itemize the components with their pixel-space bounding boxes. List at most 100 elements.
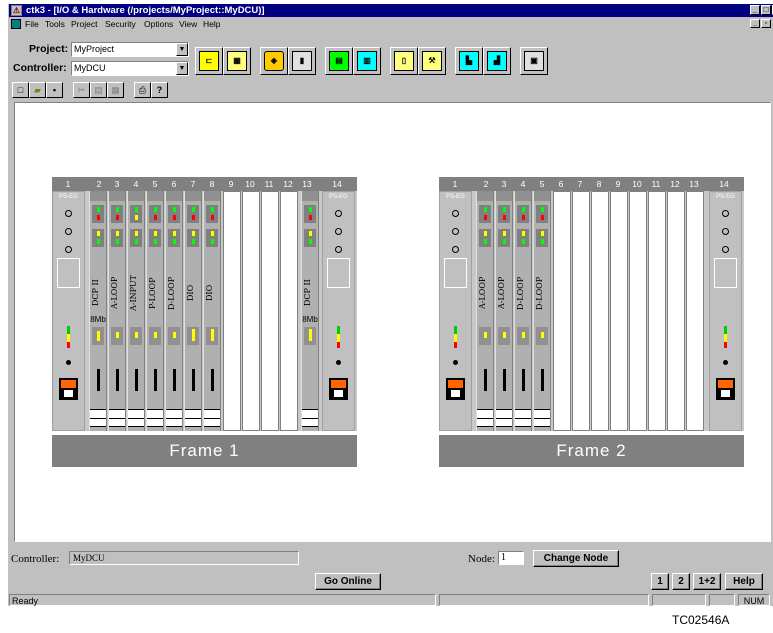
empty-slot[interactable]	[572, 191, 590, 431]
status-led-green	[337, 326, 340, 334]
ps-window	[444, 258, 467, 288]
module-a-button[interactable]: ▙	[455, 47, 483, 75]
io-list-button[interactable]: ▤	[325, 47, 353, 75]
app-icon[interactable]: ⚠	[11, 5, 22, 16]
slot-number: 2	[96, 179, 102, 189]
chevron-down-icon[interactable]: ▼	[176, 43, 188, 56]
module-b-button[interactable]: ▟	[483, 47, 511, 75]
copy-button[interactable]: ▤	[90, 82, 107, 98]
menu-tools[interactable]: Tools	[45, 18, 65, 30]
menu-file[interactable]: File	[25, 18, 39, 30]
power-socket-icon	[716, 378, 735, 400]
print-button[interactable]: ⎙	[134, 82, 151, 98]
chevron-down-icon[interactable]: ▼	[176, 62, 188, 75]
view-1-button[interactable]: 1	[651, 573, 669, 590]
card-d-loop[interactable]: D-LOOP	[514, 191, 532, 431]
tools-button[interactable]: ⚒	[418, 47, 446, 75]
led-block	[536, 327, 548, 345]
hierarchy-button[interactable]: ⊏	[195, 47, 223, 75]
open-button[interactable]: ▰	[29, 82, 46, 98]
node-input[interactable]: 1	[498, 551, 524, 565]
card-dcp-redundant[interactable]: DCP II 8Mb	[301, 191, 319, 431]
menu-view[interactable]: View	[179, 18, 197, 30]
empty-slot[interactable]	[629, 191, 647, 431]
change-node-button[interactable]: Change Node	[533, 550, 619, 567]
card-foot	[515, 409, 531, 427]
card-dio-1[interactable]: DIO	[184, 191, 202, 431]
paste-button[interactable]: ▦	[107, 82, 124, 98]
empty-slot[interactable]	[610, 191, 628, 431]
mdi-minimize-button[interactable]: _	[750, 19, 760, 28]
menu-security[interactable]: Security	[105, 18, 136, 30]
minimize-button[interactable]: _	[750, 5, 760, 15]
card-d-loop[interactable]: D-LOOP	[165, 191, 183, 431]
tag-button[interactable]: ◈	[260, 47, 288, 75]
power-supply-left[interactable]: PS-EG	[52, 191, 85, 431]
dial-icon	[335, 246, 342, 253]
empty-slot[interactable]	[648, 191, 666, 431]
power-supply-right[interactable]: PS-EG	[322, 191, 355, 431]
slot-number: 9	[615, 179, 621, 189]
cut-button[interactable]: ✂	[73, 82, 90, 98]
view-2-button[interactable]: 2	[672, 573, 690, 590]
save-icon: ▪	[52, 85, 57, 95]
menu-help[interactable]: Help	[203, 18, 220, 30]
document-icon[interactable]	[11, 19, 21, 29]
empty-slot[interactable]	[280, 191, 298, 431]
mdi-restore-button[interactable]: ▫	[761, 19, 771, 28]
save-button[interactable]: ▪	[46, 82, 63, 98]
power-supply-right[interactable]: PS-EG	[709, 191, 742, 431]
lever-icon	[97, 369, 100, 391]
hardware-button[interactable]: ▮	[288, 47, 316, 75]
card-a-loop[interactable]: A-LOOP	[495, 191, 513, 431]
status-panel	[439, 594, 649, 606]
project-select[interactable]: MyProject ▼	[71, 42, 189, 57]
card-a-loop[interactable]: A-LOOP	[108, 191, 126, 431]
card-a-loop[interactable]: A-LOOP	[476, 191, 494, 431]
project-value: MyProject	[74, 44, 115, 54]
card-foot	[477, 409, 493, 427]
empty-slot[interactable]	[261, 191, 279, 431]
menu-project[interactable]: Project	[71, 18, 97, 30]
card-dio-2[interactable]: DIO	[203, 191, 221, 431]
help-button[interactable]: ?	[151, 82, 168, 98]
monitor-button[interactable]: ▣	[520, 47, 548, 75]
frame-2[interactable]: 1 2 3 4 5 6 7 8 9 10 11 12 13 14 PS-EG A…	[439, 177, 744, 469]
empty-slot[interactable]	[667, 191, 685, 431]
slot-number: 4	[133, 179, 139, 189]
dial-icon	[452, 246, 459, 253]
ps-window	[327, 258, 350, 288]
new-button[interactable]: □	[12, 82, 29, 98]
card-foot	[534, 409, 550, 427]
hardware-canvas[interactable]: 1 2 3 4 5 6 7 8 9 10 11 12 13 14 PS-EG D…	[14, 102, 771, 542]
network-button[interactable]: ▥	[353, 47, 381, 75]
slot-number: 1	[452, 179, 458, 189]
ps-label: PS-EG	[329, 194, 348, 200]
module-b-icon: ▟	[487, 51, 507, 71]
card-a-input[interactable]: A-INPUT	[127, 191, 145, 431]
card-d-loop[interactable]: D-LOOP	[533, 191, 551, 431]
empty-slot[interactable]	[242, 191, 260, 431]
frame-1[interactable]: 1 2 3 4 5 6 7 8 9 10 11 12 13 14 PS-EG D…	[52, 177, 357, 469]
led-block	[536, 205, 548, 223]
maximize-button[interactable]: □	[761, 5, 771, 15]
empty-slot[interactable]	[591, 191, 609, 431]
view-both-button[interactable]: 1+2	[693, 573, 721, 590]
empty-slot[interactable]	[553, 191, 571, 431]
help-text-button[interactable]: Help	[725, 573, 763, 590]
table-button[interactable]: ▦	[223, 47, 251, 75]
menu-options[interactable]: Options	[144, 18, 173, 30]
empty-slot[interactable]	[686, 191, 704, 431]
function-block-button[interactable]: ▯	[390, 47, 418, 75]
card-dcp[interactable]: DCP II 8Mb	[89, 191, 107, 431]
card-foot	[128, 409, 144, 427]
figure-caption: TC02546A	[672, 613, 730, 627]
power-supply-left[interactable]: PS-EG	[439, 191, 472, 431]
led-block	[206, 205, 218, 223]
led-block	[149, 229, 161, 247]
controller-select[interactable]: MyDCU ▼	[71, 61, 189, 76]
empty-slot[interactable]	[223, 191, 241, 431]
go-online-button[interactable]: Go Online	[315, 573, 381, 590]
slot-number: 5	[152, 179, 158, 189]
card-p-loop[interactable]: P-LOOP	[146, 191, 164, 431]
